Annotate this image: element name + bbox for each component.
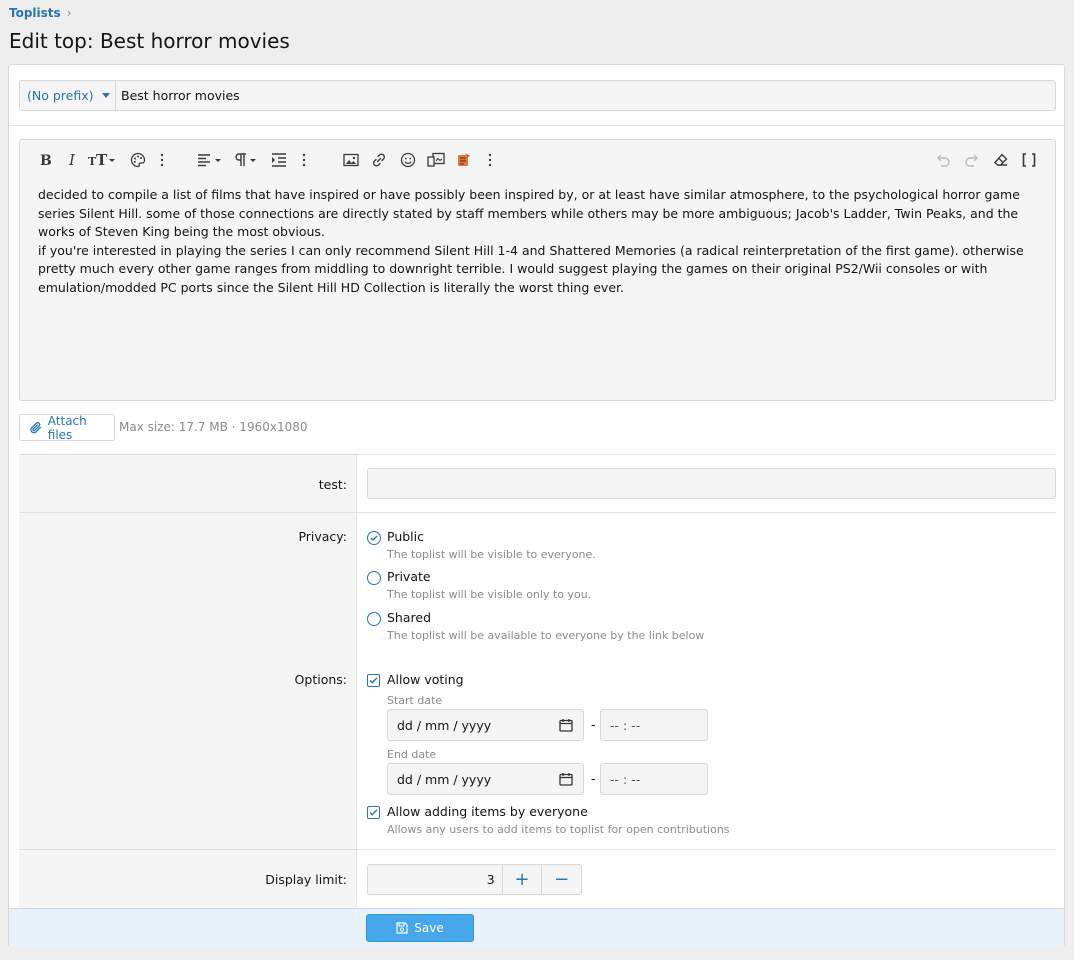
allow-adding-hint: Allows any users to add items to toplist… (387, 823, 730, 836)
image-icon[interactable] (342, 150, 360, 170)
calendar-icon[interactable] (559, 772, 573, 786)
save-label: Save (414, 921, 444, 935)
start-date-input[interactable]: dd / mm / yyyy (387, 709, 584, 741)
breadcrumb: Toplists › (9, 6, 72, 20)
more-vertical-icon[interactable] (485, 150, 495, 170)
privacy-shared-hint: The toplist will be available to everyon… (387, 629, 705, 642)
display-limit-stepper[interactable]: 3 + − (367, 864, 582, 895)
bold-icon[interactable]: B (37, 150, 53, 170)
minus-icon: − (554, 868, 570, 890)
svg-text:I: I (68, 152, 76, 168)
attach-files-label: Attach files (47, 413, 87, 442)
editor-toolbar: B I TT (20, 140, 1055, 180)
start-date-label: Start date (387, 694, 443, 707)
title-row: (No prefix) (19, 80, 1056, 111)
media-icon[interactable] (426, 150, 446, 170)
options-label: Options: (294, 672, 347, 687)
paperclip-icon (30, 421, 41, 433)
eraser-icon[interactable] (992, 150, 1010, 170)
privacy-public-label: Public (387, 529, 424, 544)
palette-icon[interactable] (129, 150, 147, 170)
undo-icon[interactable] (934, 150, 952, 170)
privacy-label: Privacy: (298, 529, 347, 544)
display-limit-value[interactable]: 3 (368, 865, 502, 894)
more-vertical-icon[interactable] (157, 150, 167, 170)
privacy-private-label: Private (387, 569, 431, 584)
prefix-dropdown[interactable]: (No prefix) (20, 81, 116, 110)
indent-icon[interactable] (270, 150, 288, 170)
checkbox-checked[interactable] (367, 806, 380, 819)
attach-files-button[interactable]: Attach files (19, 413, 115, 442)
caret-down-icon (101, 93, 110, 98)
attach-max-size: Max size: 17.7 MB · 1960x1080 (119, 420, 308, 434)
radio-checked[interactable] (367, 531, 381, 545)
date-separator: - (591, 771, 596, 786)
more-vertical-icon[interactable] (299, 150, 309, 170)
smiley-icon[interactable] (399, 150, 417, 170)
end-date-input[interactable]: dd / mm / yyyy (387, 763, 584, 795)
svg-text:T: T (96, 152, 108, 168)
giphy-icon[interactable] (455, 150, 473, 170)
calendar-icon[interactable] (559, 718, 573, 732)
start-time-input[interactable]: -- : -- (600, 709, 708, 741)
title-input[interactable] (116, 81, 1055, 110)
increment-button[interactable]: + (501, 865, 542, 894)
save-button[interactable]: Save (366, 914, 474, 942)
prefix-label: (No prefix) (27, 88, 94, 103)
checkbox-checked[interactable] (367, 674, 380, 687)
italic-icon[interactable]: I (65, 150, 81, 170)
link-icon[interactable] (370, 150, 388, 170)
options-form: test: Privacy: Public The toplist will b… (19, 454, 1056, 908)
allow-adding-label: Allow adding items by everyone (387, 804, 588, 819)
bbcode-toggle-icon[interactable] (1020, 150, 1038, 170)
privacy-public-hint: The toplist will be visible to everyone. (387, 548, 596, 561)
start-time-placeholder: -- : -- (610, 717, 641, 733)
svg-text:B: B (40, 153, 52, 168)
text-size-icon[interactable]: TT (86, 150, 118, 170)
decrement-button[interactable]: − (541, 865, 581, 894)
start-date-placeholder: dd / mm / yyyy (397, 717, 492, 733)
end-time-input[interactable]: -- : -- (600, 763, 708, 795)
row-divider (19, 849, 1056, 850)
radio-unchecked[interactable] (367, 612, 381, 626)
test-input[interactable] (367, 468, 1056, 499)
test-label: test: (318, 477, 347, 492)
paragraph-format-icon[interactable] (232, 150, 260, 170)
plus-icon: + (514, 868, 530, 890)
radio-unchecked[interactable] (367, 571, 381, 585)
align-icon[interactable] (196, 150, 224, 170)
redo-icon[interactable] (963, 150, 981, 170)
display-limit-label: Display limit: (265, 872, 347, 887)
editor-paragraph: if you're interested in playing the seri… (38, 242, 1024, 295)
privacy-shared-label: Shared (387, 610, 432, 625)
divider (9, 125, 1064, 126)
edit-form: (No prefix) B I TT (8, 64, 1065, 947)
row-divider (19, 512, 1056, 513)
end-date-placeholder: dd / mm / yyyy (397, 771, 492, 787)
page-title: Edit top: Best horror movies (9, 29, 290, 53)
save-icon (396, 922, 408, 934)
privacy-private-hint: The toplist will be visible only to you. (387, 588, 592, 601)
rich-text-editor[interactable]: B I TT decided to compile a list of film… (19, 139, 1056, 401)
end-date-label: End date (387, 748, 437, 761)
editor-paragraph: decided to compile a list of films that … (38, 187, 1020, 240)
end-time-placeholder: -- : -- (610, 771, 641, 787)
breadcrumb-toplists-link[interactable]: Toplists (9, 6, 61, 20)
allow-voting-label: Allow voting (387, 672, 464, 687)
breadcrumb-separator: › (66, 6, 72, 20)
form-footer: Save (9, 908, 1064, 947)
row-divider (19, 454, 1056, 455)
editor-content[interactable]: decided to compile a list of films that … (38, 186, 1043, 298)
date-separator: - (591, 717, 596, 732)
